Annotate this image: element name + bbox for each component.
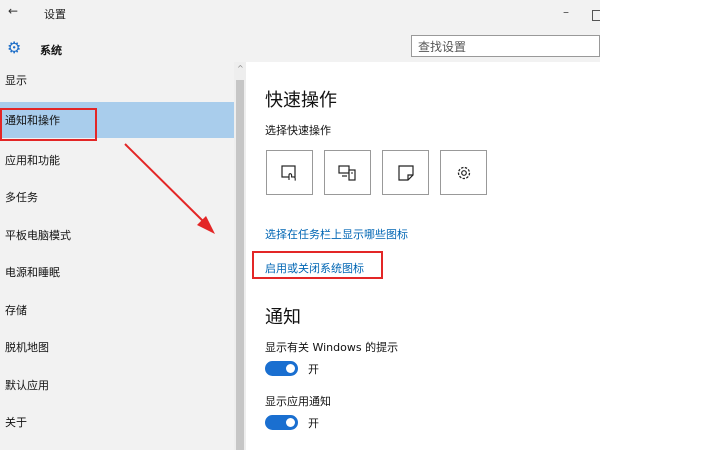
settings-window: ← 设置 – ⚙ 系统 查找设置 显示 通知和操作 应用和功能 多任务 平板电脑…: [0, 0, 600, 450]
red-arrow-annotation: [124, 143, 215, 234]
